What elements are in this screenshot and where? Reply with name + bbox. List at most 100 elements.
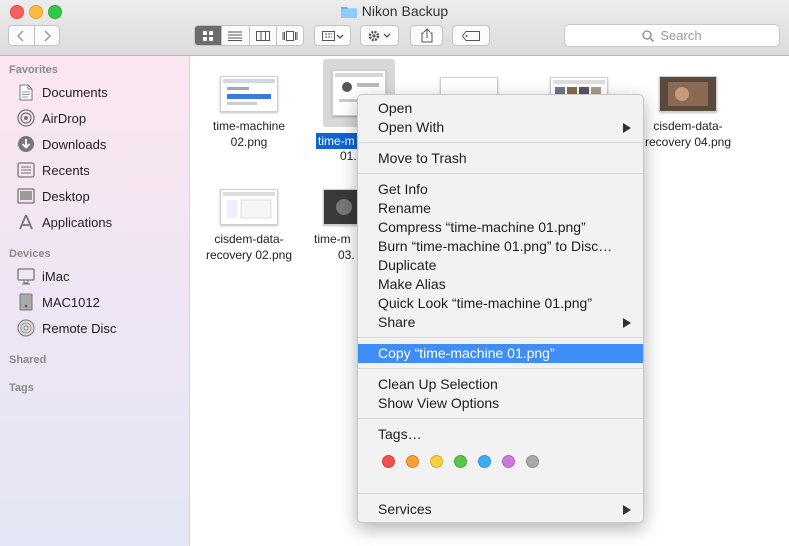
submenu-arrow-icon	[623, 505, 631, 515]
sidebar-header-favorites: Favorites	[9, 64, 58, 76]
search-placeholder: Search	[660, 28, 702, 43]
sidebar-item-desktop[interactable]: Desktop	[16, 186, 90, 206]
airdrop-icon	[16, 108, 36, 128]
sidebar-item-label: Documents	[42, 84, 108, 100]
folder-icon	[340, 5, 357, 21]
menu-item-tags[interactable]: Tags…	[358, 425, 643, 444]
search-field[interactable]: Search	[564, 24, 780, 47]
document-icon	[16, 82, 36, 102]
gallery-view-button[interactable]	[276, 26, 303, 45]
view-mode-control	[194, 25, 304, 46]
imac-icon	[16, 266, 36, 286]
file-name-line1: cisdem-data-	[214, 232, 284, 246]
tag-color-red[interactable]	[382, 455, 395, 468]
tag-color-gray[interactable]	[526, 455, 539, 468]
column-view-button[interactable]	[249, 26, 277, 45]
sidebar-item-label: Recents	[42, 162, 90, 178]
menu-separator	[358, 418, 643, 419]
menu-item-services[interactable]: Services	[358, 500, 643, 519]
file-name-line2: recovery 04.png	[644, 135, 732, 149]
search-icon	[642, 29, 655, 42]
title-bar: Nikon Backup Search	[0, 0, 789, 56]
file-name-line2: 02.png	[230, 135, 268, 149]
applications-icon	[16, 212, 36, 232]
sidebar-item-label: Remote Disc	[42, 320, 117, 336]
sidebar: Favorites Documents AirDrop Downloads Re…	[0, 56, 190, 546]
grid-icon	[203, 30, 214, 41]
forward-button[interactable]	[34, 26, 59, 45]
arrange-icon	[321, 30, 343, 41]
menu-item-label: Share	[378, 314, 416, 330]
menu-item-burn[interactable]: Burn “time-machine 01.png” to Disc…	[358, 237, 643, 256]
menu-item-compress[interactable]: Compress “time-machine 01.png”	[358, 218, 643, 237]
menu-item-open[interactable]: Open	[358, 99, 643, 118]
menu-item-quick-look[interactable]: Quick Look “time-machine 01.png”	[358, 294, 643, 313]
window-title: Nikon Backup	[0, 3, 789, 21]
sidebar-item-recents[interactable]: Recents	[16, 160, 90, 180]
share-button[interactable]	[410, 25, 443, 46]
list-view-button[interactable]	[222, 26, 250, 45]
desktop-icon	[16, 186, 36, 206]
sidebar-item-label: Downloads	[42, 136, 107, 152]
window-title-text: Nikon Backup	[361, 3, 449, 19]
columns-icon	[255, 30, 270, 41]
list-icon	[228, 31, 243, 41]
menu-item-open-with[interactable]: Open With	[358, 118, 643, 137]
icon-view-button[interactable]	[195, 26, 223, 45]
sidebar-item-label: AirDrop	[42, 110, 87, 126]
sidebar-header-shared: Shared	[9, 354, 47, 366]
tag-color-yellow[interactable]	[430, 455, 443, 468]
menu-item-label: Open With	[378, 119, 445, 135]
share-icon	[421, 28, 432, 43]
file-item[interactable]: cisdem-data- recovery 04.png	[636, 76, 740, 150]
menu-item-rename[interactable]: Rename	[358, 199, 643, 218]
sidebar-item-applications[interactable]: Applications	[16, 212, 112, 232]
file-name-line1: time-m	[318, 134, 355, 148]
menu-item-clean-up-selection[interactable]: Clean Up Selection	[358, 375, 643, 394]
file-item[interactable]: cisdem-data- recovery 02.png	[197, 189, 301, 263]
menu-item-show-view-options[interactable]: Show View Options	[358, 394, 643, 413]
group-by-button[interactable]	[314, 25, 351, 46]
menu-item-make-alias[interactable]: Make Alias	[358, 275, 643, 294]
menu-separator	[358, 337, 643, 338]
sidebar-item-label: Applications	[42, 214, 113, 230]
chevron-left-icon	[17, 29, 24, 42]
menu-item-copy[interactable]: Copy “time-machine 01.png”	[358, 344, 643, 363]
sidebar-item-downloads[interactable]: Downloads	[16, 134, 106, 154]
action-button[interactable]	[360, 25, 399, 46]
tag-color-blue[interactable]	[478, 455, 491, 468]
submenu-arrow-icon	[623, 318, 631, 328]
file-name-line2: 01.	[340, 149, 357, 163]
back-forward-control	[8, 25, 60, 46]
gear-icon	[368, 30, 390, 41]
sidebar-header-devices: Devices	[9, 248, 51, 260]
chevron-right-icon	[44, 29, 51, 42]
file-item[interactable]: time-machine 02.png	[197, 76, 301, 150]
sidebar-item-mac1012[interactable]: MAC1012	[16, 292, 100, 312]
file-thumbnail	[659, 76, 717, 112]
disc-icon	[16, 318, 36, 338]
menu-item-move-to-trash[interactable]: Move to Trash	[358, 149, 643, 168]
tag-color-green[interactable]	[454, 455, 467, 468]
tag-color-orange[interactable]	[406, 455, 419, 468]
sidebar-item-remote-disc[interactable]: Remote Disc	[16, 318, 116, 338]
tag-color-purple[interactable]	[502, 455, 515, 468]
file-name-line1: time-machine	[212, 119, 286, 133]
menu-item-get-info[interactable]: Get Info	[358, 180, 643, 199]
sidebar-item-imac[interactable]: iMac	[16, 266, 69, 286]
menu-item-label: Services	[378, 501, 432, 517]
context-menu: Open Open With Move to Trash Get Info Re…	[357, 94, 644, 523]
menu-separator	[358, 368, 643, 369]
selected-file-name[interactable]: time-m	[316, 133, 357, 149]
tag-icon	[462, 30, 480, 41]
file-name-line1: cisdem-data-	[653, 119, 723, 133]
recents-icon	[16, 160, 36, 180]
sidebar-item-documents[interactable]: Documents	[16, 82, 108, 102]
menu-item-share[interactable]: Share	[358, 313, 643, 332]
file-thumbnail	[220, 76, 278, 112]
menu-item-duplicate[interactable]: Duplicate	[358, 256, 643, 275]
file-thumbnail	[220, 189, 278, 225]
edit-tags-button[interactable]	[452, 25, 490, 46]
back-button[interactable]	[9, 26, 35, 45]
sidebar-item-airdrop[interactable]: AirDrop	[16, 108, 86, 128]
